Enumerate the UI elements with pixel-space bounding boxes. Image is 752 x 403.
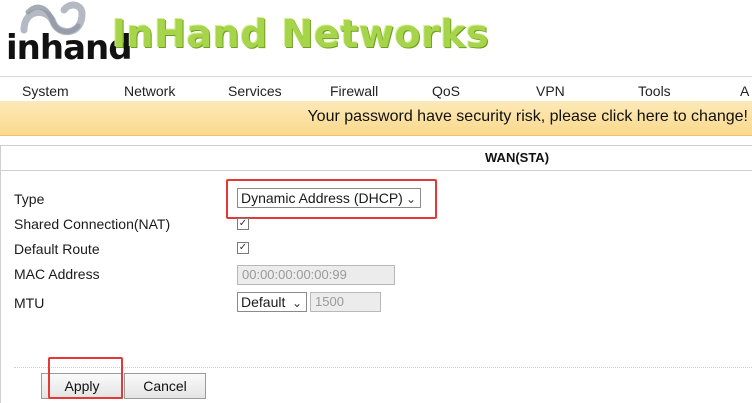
- cancel-button[interactable]: Cancel: [124, 373, 206, 399]
- mac-address-label: MAC Address: [14, 266, 100, 282]
- mtu-value-input[interactable]: 1500: [310, 292, 381, 312]
- menu-item-firewall[interactable]: Firewall: [330, 83, 378, 99]
- apply-button[interactable]: Apply: [41, 373, 123, 399]
- menu-item-truncated[interactable]: A: [740, 83, 749, 99]
- type-select[interactable]: Dynamic Address (DHCP) ⌄: [237, 188, 421, 208]
- brand-title: InHand Networks: [112, 12, 490, 56]
- header: inhand InHand Networks: [0, 0, 752, 76]
- menu-item-system[interactable]: System: [22, 83, 69, 99]
- nat-checkbox[interactable]: ✓: [237, 218, 249, 230]
- panel-header: WAN(STA): [1, 146, 752, 171]
- password-warning-link[interactable]: Your password have security risk, please…: [307, 108, 748, 126]
- password-warning-bar: Your password have security risk, please…: [0, 101, 752, 136]
- nat-label: Shared Connection(NAT): [14, 216, 171, 232]
- menu-item-vpn[interactable]: VPN: [536, 83, 565, 99]
- type-select-value: Dynamic Address (DHCP): [241, 190, 403, 206]
- mtu-label: MTU: [14, 295, 45, 311]
- menu-item-tools[interactable]: Tools: [638, 83, 671, 99]
- menu-item-network[interactable]: Network: [124, 83, 175, 99]
- form-divider: [14, 367, 752, 368]
- type-label: Type: [14, 191, 45, 207]
- menu-item-services[interactable]: Services: [228, 83, 282, 99]
- chevron-down-icon: ⌄: [405, 192, 416, 206]
- menu-item-qos[interactable]: QoS: [432, 83, 460, 99]
- default-route-checkbox[interactable]: ✓: [237, 242, 249, 254]
- panel-title: WAN(STA): [485, 150, 550, 165]
- checkmark-icon: ✓: [238, 242, 248, 253]
- mtu-mode-select[interactable]: Default ⌄: [237, 292, 307, 312]
- default-route-label: Default Route: [14, 241, 100, 257]
- chevron-down-icon: ⌄: [291, 296, 302, 310]
- mac-address-input[interactable]: 00:00:00:00:00:99: [237, 265, 395, 285]
- checkmark-icon: ✓: [238, 218, 248, 229]
- mtu-mode-value: Default: [241, 294, 286, 310]
